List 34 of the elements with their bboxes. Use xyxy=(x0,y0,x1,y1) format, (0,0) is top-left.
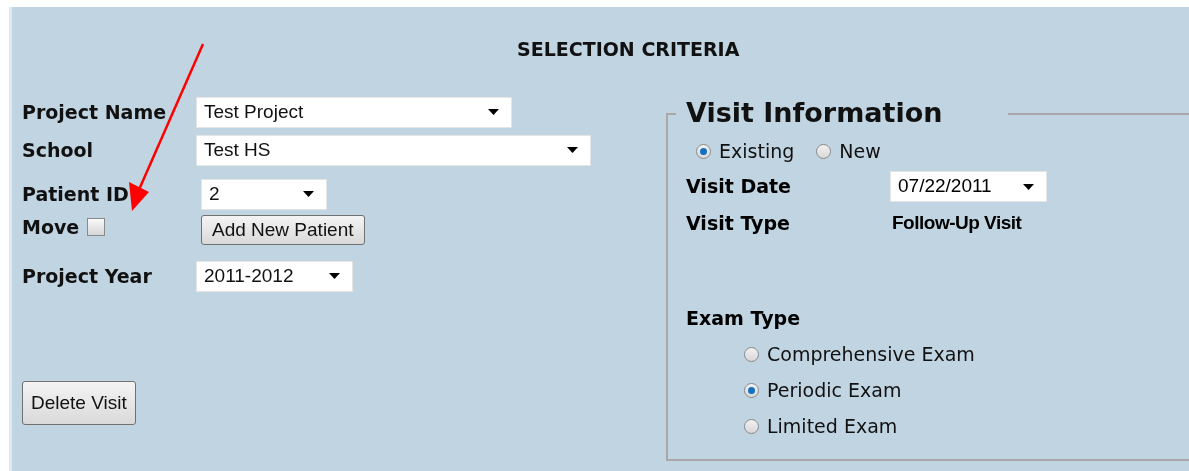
radio-button[interactable] xyxy=(696,143,711,159)
school-select[interactable]: Test HS xyxy=(196,134,591,166)
panel-title: Visit Information xyxy=(686,96,944,130)
checkbox[interactable] xyxy=(87,218,106,237)
field-label: Project Year xyxy=(22,264,152,287)
section-title: SELECTION CRITERIA xyxy=(517,37,740,62)
project-select[interactable]: Test Project xyxy=(196,96,512,128)
caret-icon xyxy=(567,147,578,153)
radio-label: Existing xyxy=(719,139,795,164)
field-label: Visit Date xyxy=(686,175,791,198)
field-label: Exam Type xyxy=(686,306,801,329)
field-label: Visit Type xyxy=(686,212,790,235)
radio-button[interactable] xyxy=(816,143,832,159)
radio-button[interactable] xyxy=(744,382,759,398)
caret-icon xyxy=(488,109,499,115)
patient-id-select[interactable]: 2 xyxy=(201,178,327,210)
field-label: Project Name xyxy=(22,100,167,123)
field-label: Patient ID xyxy=(22,182,129,205)
caret-icon xyxy=(1023,183,1034,190)
add-patient-button[interactable]: Add New Patient xyxy=(201,215,365,245)
radio-button[interactable] xyxy=(744,346,759,362)
radio-label: Limited Exam xyxy=(767,413,898,439)
radio-label: Periodic Exam xyxy=(767,377,902,403)
delete-visit-button[interactable]: Delete Visit xyxy=(22,381,136,425)
radio-button[interactable] xyxy=(744,418,759,434)
visit-type-value: Follow-Up Visit xyxy=(892,211,1022,236)
field-label: School xyxy=(22,138,94,161)
field-label: Move xyxy=(22,215,80,240)
radio-label: Comprehensive Exam xyxy=(767,341,975,367)
caret-icon xyxy=(303,191,314,197)
project-year-select[interactable]: 2011-2012 xyxy=(196,260,353,292)
visit-date-select[interactable]: 07/22/2011 xyxy=(890,171,1047,202)
radio-label: New xyxy=(839,139,881,164)
caret-icon xyxy=(329,273,340,279)
